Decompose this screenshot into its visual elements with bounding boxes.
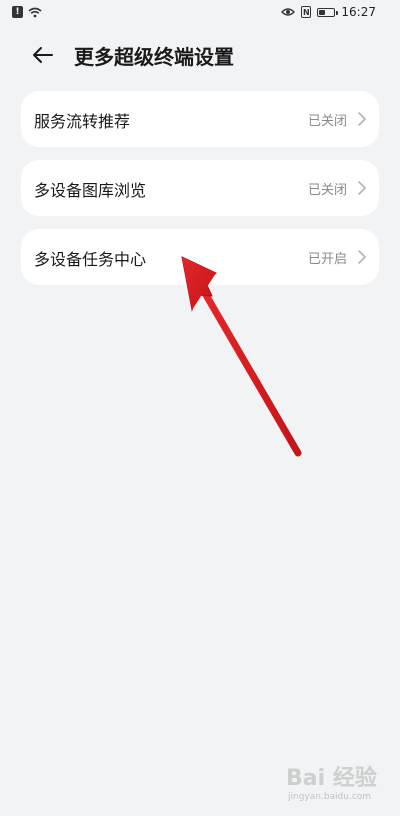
- chevron-right-icon: [358, 112, 366, 126]
- setting-label: 多设备图库浏览: [34, 181, 147, 200]
- status-right: N 16:27: [281, 5, 376, 19]
- watermark-text: Bai 经验: [286, 766, 377, 791]
- setting-card-gallery[interactable]: 多设备图库浏览 已关闭: [21, 160, 379, 216]
- setting-status: 已关闭: [307, 114, 347, 129]
- back-arrow-icon: [33, 47, 53, 63]
- status-bar: ! N 16:27: [0, 0, 400, 26]
- alert-icon: !: [12, 6, 23, 18]
- nfc-glyph: N: [303, 7, 310, 17]
- setting-status: 已关闭: [307, 183, 347, 198]
- back-button[interactable]: [26, 38, 60, 72]
- wifi-icon: [28, 7, 42, 17]
- status-time: 16:27: [341, 5, 376, 19]
- watermark: Bai 经验 jingyan.baidu.com: [282, 760, 392, 810]
- header: 更多超级终端设置: [0, 30, 400, 76]
- page-title: 更多超级终端设置: [74, 45, 234, 69]
- setting-label: 服务流转推荐: [34, 112, 131, 131]
- setting-status: 已开启: [307, 252, 347, 267]
- eye-icon: [281, 8, 296, 16]
- alert-glyph: !: [15, 6, 20, 17]
- chevron-right-icon: [358, 250, 366, 264]
- annotation-arrow: [181, 256, 302, 457]
- battery-icon: [317, 7, 339, 17]
- watermark-sub: jingyan.baidu.com: [288, 792, 372, 802]
- chevron-right-icon: [358, 181, 366, 195]
- battery-fill: [319, 9, 326, 15]
- setting-card-service-flow[interactable]: 服务流转推荐 已关闭: [21, 91, 379, 147]
- setting-label: 多设备任务中心: [34, 250, 147, 269]
- nfc-icon: N: [301, 6, 312, 18]
- status-left: !: [12, 6, 42, 18]
